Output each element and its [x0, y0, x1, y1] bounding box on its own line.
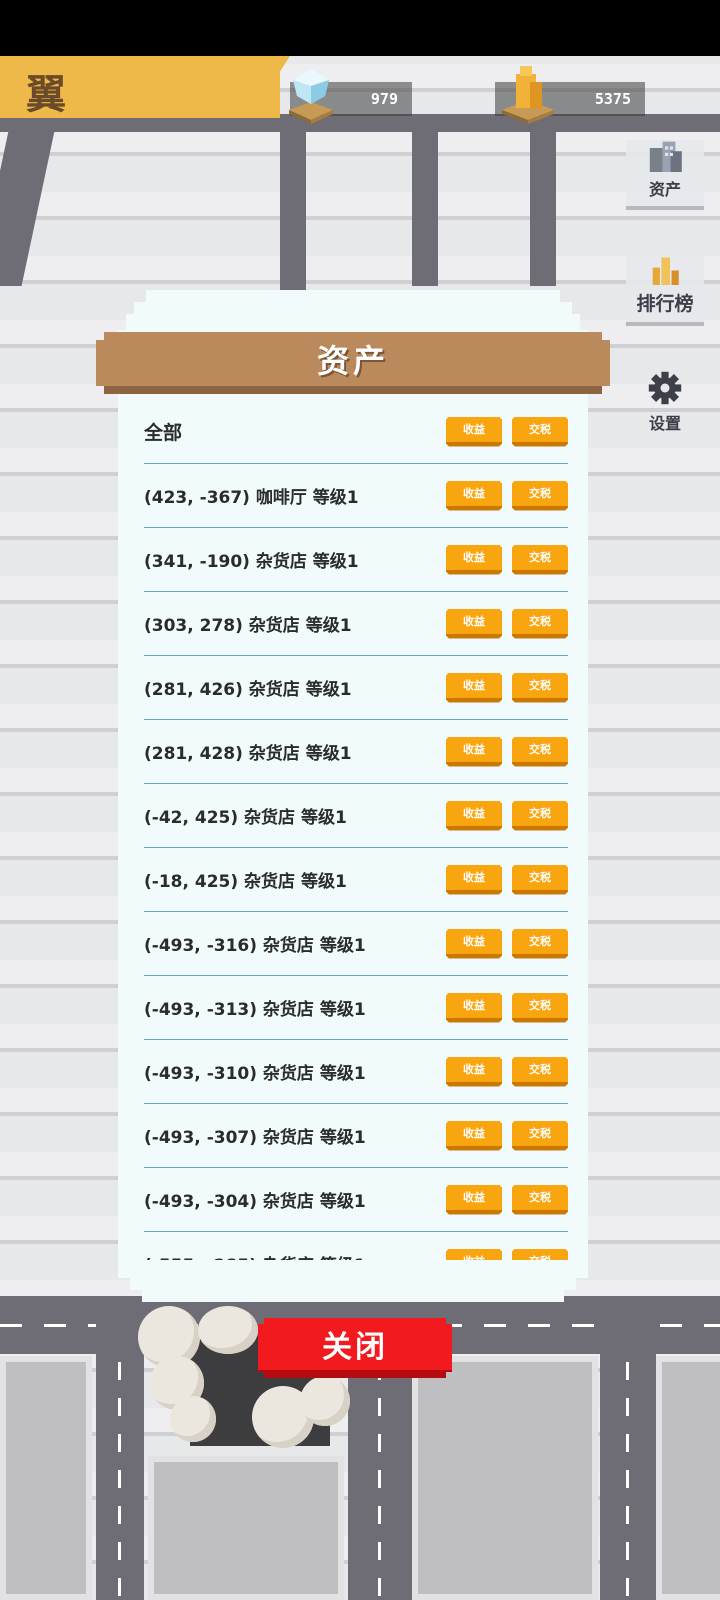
diamond-icon: [285, 62, 337, 124]
list-item: (-42, 425) 杂货店 等级1 收益 交税: [144, 784, 568, 848]
dialog-header: 资产: [96, 332, 610, 394]
coin-stack-icon: [500, 60, 556, 124]
list-item-label: 全部: [144, 422, 183, 444]
pay-tax-button[interactable]: 交税: [512, 1185, 568, 1215]
pay-tax-button[interactable]: 交税: [512, 481, 568, 511]
list-item: (-493, -313) 杂货店 等级1 收益 交税: [144, 976, 568, 1040]
pay-tax-button[interactable]: 交税: [512, 929, 568, 959]
list-item-label: (-555, -285) 杂货店 等级1: [144, 1251, 436, 1260]
list-item: (303, 278) 杂货店 等级1 收益 交税: [144, 592, 568, 656]
list-item-label: (-493, -307) 杂货店 等级1: [144, 1128, 366, 1148]
pay-tax-button[interactable]: 交税: [512, 1121, 568, 1151]
collect-button[interactable]: 收益: [446, 609, 502, 639]
assets-list[interactable]: 全部 收益 交税 (423, -367) 咖啡厅 等级1 收益 交税 (341,…: [144, 400, 568, 1260]
list-item-label: (341, -190) 杂货店 等级1: [144, 552, 359, 572]
collect-button[interactable]: 收益: [446, 1057, 502, 1087]
list-item: (281, 426) 杂货店 等级1 收益 交税: [144, 656, 568, 720]
collect-button[interactable]: 收益: [446, 1249, 502, 1261]
collect-button[interactable]: 收益: [446, 545, 502, 575]
list-item-all: 全部 收益 交税: [144, 400, 568, 464]
list-item: (-493, -307) 杂货店 等级1 收益 交税: [144, 1104, 568, 1168]
pay-tax-button[interactable]: 交税: [512, 609, 568, 639]
list-item: (-493, -304) 杂货店 等级1 收益 交税: [144, 1168, 568, 1232]
pay-tax-button[interactable]: 交税: [512, 417, 568, 447]
pay-tax-button[interactable]: 交税: [512, 865, 568, 895]
list-item: (-493, -310) 杂货店 等级1 收益 交税: [144, 1040, 568, 1104]
list-item: (341, -190) 杂货店 等级1 收益 交税: [144, 528, 568, 592]
pay-tax-button[interactable]: 交税: [512, 801, 568, 831]
settings-button-label: 设置: [648, 414, 681, 433]
pay-tax-button[interactable]: 交税: [512, 1057, 568, 1087]
list-item-label: (281, 426) 杂货店 等级1: [144, 680, 352, 700]
collect-button[interactable]: 收益: [446, 929, 502, 959]
collect-button[interactable]: 收益: [446, 737, 502, 767]
list-item-label: (281, 428) 杂货店 等级1: [144, 744, 352, 764]
list-item-label: (303, 278) 杂货店 等级1: [144, 616, 352, 636]
pay-tax-button[interactable]: 交税: [512, 673, 568, 703]
collect-button[interactable]: 收益: [446, 865, 502, 895]
dialog-title: 资产: [316, 342, 389, 380]
collect-button[interactable]: 收益: [446, 481, 502, 511]
collect-button[interactable]: 收益: [446, 1185, 502, 1215]
list-item-label: (-493, -310) 杂货店 等级1: [144, 1064, 366, 1084]
list-item: (-493, -316) 杂货店 等级1 收益 交税: [144, 912, 568, 976]
list-item-label: (-493, -313) 杂货店 等级1: [144, 1000, 366, 1020]
list-item-label: (-493, -316) 杂货店 等级1: [144, 936, 366, 956]
collect-button[interactable]: 收益: [446, 801, 502, 831]
player-name: 翼: [26, 72, 67, 118]
ranking-button-label: 排行榜: [636, 293, 694, 315]
settings-button[interactable]: 设置: [626, 370, 704, 440]
pay-tax-button[interactable]: 交税: [512, 737, 568, 767]
close-button-label: 关闭: [322, 1330, 388, 1365]
collect-button[interactable]: 收益: [446, 417, 502, 447]
assets-button-label: 资产: [648, 180, 681, 199]
collect-button[interactable]: 收益: [446, 673, 502, 703]
status-bar: [0, 0, 720, 56]
collect-button[interactable]: 收益: [446, 1121, 502, 1151]
pay-tax-button[interactable]: 交税: [512, 545, 568, 575]
list-item-label: (-493, -304) 杂货店 等级1: [144, 1192, 366, 1212]
ranking-button[interactable]: 排行榜: [626, 256, 704, 326]
list-item: (-555, -285) 杂货店 等级1 收益 交税: [144, 1232, 568, 1260]
list-item: (423, -367) 咖啡厅 等级1 收益 交税: [144, 464, 568, 528]
list-item-label: (-42, 425) 杂货店 等级1: [144, 808, 347, 828]
pay-tax-button[interactable]: 交税: [512, 1249, 568, 1261]
pay-tax-button[interactable]: 交税: [512, 993, 568, 1023]
buildings-icon: [649, 141, 682, 172]
bar-chart-icon: [652, 257, 679, 285]
list-item-label: (423, -367) 咖啡厅 等级1: [144, 488, 359, 508]
collect-button[interactable]: 收益: [446, 993, 502, 1023]
list-item: (281, 428) 杂货店 等级1 收益 交税: [144, 720, 568, 784]
assets-button[interactable]: 资产: [626, 140, 704, 210]
close-button[interactable]: 关闭: [258, 1318, 452, 1378]
list-item: (-18, 425) 杂货店 等级1 收益 交税: [144, 848, 568, 912]
list-item-label: (-18, 425) 杂货店 等级1: [144, 872, 347, 892]
gear-icon: [648, 371, 682, 405]
